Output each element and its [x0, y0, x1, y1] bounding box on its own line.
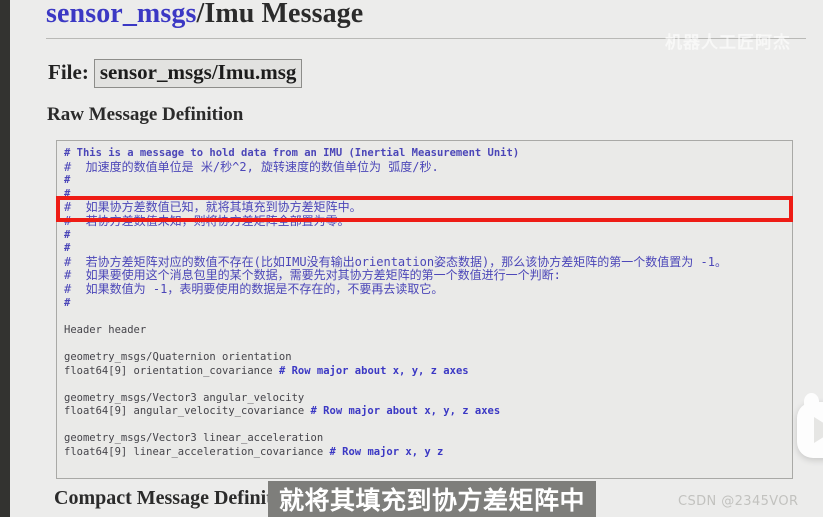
document-page: sensor_msgs/Imu Message File: sensor_msgs… [10, 0, 823, 517]
compact-definition-heading: Compact Message Definition [54, 487, 300, 509]
screenshot-root: sensor_msgs/Imu Message File: sensor_msgs… [0, 0, 823, 517]
page-title: sensor_msgs/Imu Message [46, 0, 363, 30]
page-title-rest: /Imu Message [196, 0, 364, 29]
watermark-top: 机器人工匠阿杰 [665, 33, 791, 53]
code-line: float64[9] angular_velocity_covariance #… [64, 405, 501, 418]
raw-message-definition-code-block: # This is a message to hold data from an… [56, 140, 793, 479]
code-lines-container: # This is a message to hold data from an… [64, 147, 790, 460]
code-line: Header header [64, 323, 147, 336]
code-line: # [64, 174, 71, 187]
inline-comment: # Row major about x, y, z axes [272, 364, 469, 377]
left-gutter-bar [0, 0, 10, 517]
code-line: # 如果协方差数值已知，就将其填充到协方差矩阵中。 [64, 200, 362, 215]
code-line: geometry_msgs/Vector3 angular_velocity [64, 391, 305, 404]
file-path-chip: sensor_msgs/Imu.msg [93, 59, 303, 88]
code-line: geometry_msgs/Quaternion orientation [64, 350, 292, 363]
code-line: # [64, 296, 71, 309]
code-line: # This is a message to hold data from an… [64, 147, 520, 159]
code-line: # 如果数值为 -1，表明要使用的数据是不存在的，不要再去读取它。 [64, 281, 444, 296]
code-line: geometry_msgs/Vector3 linear_acceleratio… [64, 432, 324, 445]
caption-overlay-box: 就将其填充到协方差矩阵中 [268, 481, 596, 517]
caption-overlay-text: 就将其填充到协方差矩阵中 [278, 486, 585, 515]
code-line: # 加速度的数值单位是 米/秒^2, 旋转速度的数值单位为 弧度/秒. [64, 159, 439, 174]
watermark-bottom: CSDN @2345VOR [678, 494, 799, 509]
code-line: # [64, 228, 71, 241]
play-widget-nub [804, 393, 819, 410]
file-row: File: sensor_msgs/Imu.msg [48, 59, 303, 88]
inline-comment: # Row major about x, y, z axes [304, 405, 501, 418]
code-line: # 如果要使用这个消息包里的某个数据，需要先对其协方差矩阵的第一个数值进行一个判… [64, 268, 561, 283]
inline-comment: # Row major x, y z [323, 446, 444, 459]
raw-definition-heading: Raw Message Definition [47, 104, 244, 125]
code-line: float64[9] orientation_covariance # Row … [64, 364, 469, 377]
code-line: float64[9] linear_acceleration_covarianc… [64, 446, 444, 459]
page-title-package: sensor_msgs [46, 0, 197, 29]
play-triangle-icon [814, 417, 823, 443]
code-line: # [64, 242, 71, 255]
code-line: # 若协方差数值未知，则将协方差矩阵全部置为零。 [64, 213, 350, 228]
file-label: File: [48, 60, 89, 84]
floating-play-button[interactable] [797, 393, 823, 458]
